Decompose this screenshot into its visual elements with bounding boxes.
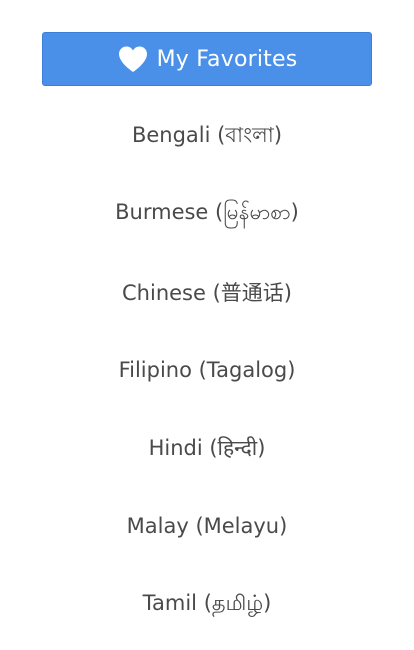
my-favorites-button[interactable]: My Favorites [42, 32, 372, 86]
language-item-burmese[interactable]: Burmese (မြန်မာစာ) [0, 175, 414, 253]
language-list: Bengali (বাংলা) Burmese (မြန်မာစာ) Chine… [0, 97, 414, 643]
heart-icon [117, 45, 149, 73]
language-item-filipino[interactable]: Filipino (Tagalog) [0, 331, 414, 409]
my-favorites-label: My Favorites [156, 46, 298, 72]
language-item-hindi[interactable]: Hindi (हिन्दी) [0, 409, 414, 487]
language-item-tamil[interactable]: Tamil (தமிழ்) [0, 565, 414, 643]
language-item-bengali[interactable]: Bengali (বাংলা) [0, 97, 414, 175]
language-item-malay[interactable]: Malay (Melayu) [0, 487, 414, 565]
language-item-chinese[interactable]: Chinese (普通话) [0, 253, 414, 331]
